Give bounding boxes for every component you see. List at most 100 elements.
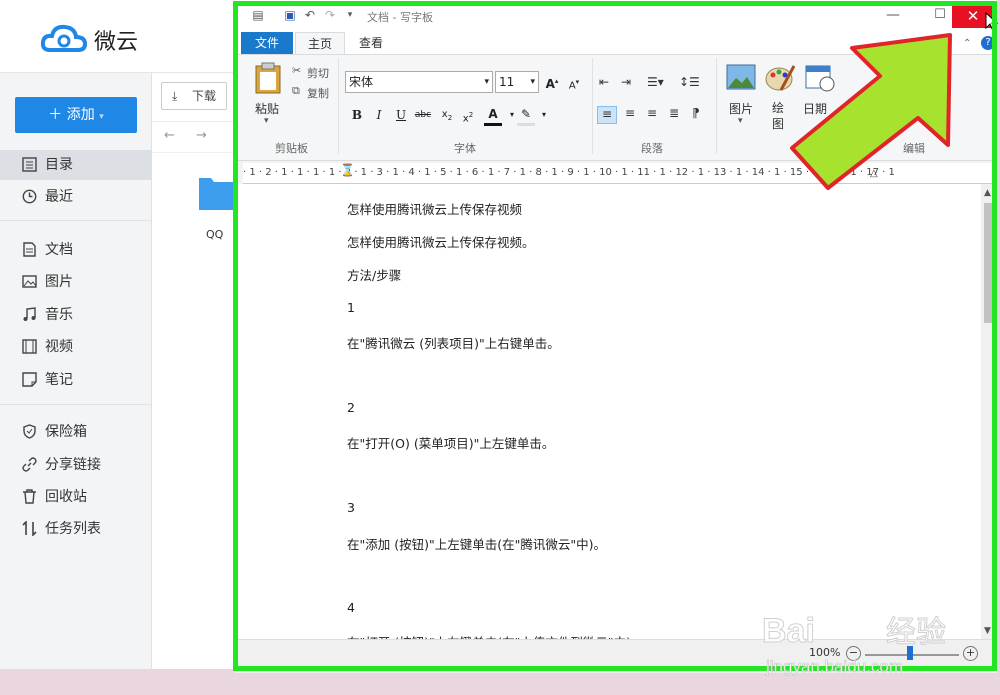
task-icon: [22, 521, 37, 536]
redo-icon[interactable]: ↷: [323, 8, 337, 22]
image-icon: [22, 275, 37, 288]
video-icon: [22, 339, 37, 354]
tab-home[interactable]: 主页: [295, 32, 345, 55]
bold-icon[interactable]: B: [348, 106, 366, 124]
sidebar-item-documents[interactable]: 文档: [0, 235, 151, 265]
sidebar-item-label: 保险箱: [45, 424, 87, 440]
desktop-strip: [0, 669, 236, 695]
sidebar-item-video[interactable]: 视频: [0, 332, 151, 362]
quick-access-dropdown-icon[interactable]: ▾: [343, 8, 357, 22]
font-color-icon[interactable]: A: [484, 105, 502, 126]
tab-file[interactable]: 文件: [241, 32, 293, 54]
doc-line: 1: [347, 300, 355, 315]
mouse-cursor-icon: [985, 12, 999, 32]
sidebar-item-share-links[interactable]: 分享链接: [0, 450, 151, 480]
underline-icon[interactable]: U: [392, 106, 410, 124]
align-center-icon[interactable]: ≡: [621, 106, 639, 122]
picture-dropdown-icon[interactable]: ▾: [738, 116, 743, 126]
doc-line: 怎样使用腾讯微云上传保存视频。: [347, 235, 535, 250]
copy-button[interactable]: 复制: [307, 85, 329, 101]
paste-dropdown-icon[interactable]: ▾: [264, 116, 269, 126]
chevron-down-icon: ▾: [484, 77, 489, 87]
align-right-icon[interactable]: ≡: [643, 106, 661, 122]
font-family-select[interactable]: 宋体 ▾: [345, 71, 493, 93]
highlight-dropdown-icon[interactable]: ▾: [535, 106, 553, 124]
save-icon[interactable]: ▣: [283, 8, 297, 22]
font-size-select[interactable]: 11 ▾: [495, 71, 539, 93]
folder-icon[interactable]: [199, 174, 233, 210]
sidebar-item-safe[interactable]: 保险箱: [0, 417, 151, 447]
doc-line: 4: [347, 600, 355, 615]
paragraph-settings-icon[interactable]: ⁋: [687, 106, 705, 122]
subscript-icon[interactable]: x2: [438, 106, 456, 124]
bullet-list-icon[interactable]: ☰▾: [647, 75, 665, 91]
svg-text:Bai: Bai: [762, 612, 815, 650]
sidebar-item-music[interactable]: 音乐: [0, 300, 151, 330]
increase-indent-icon[interactable]: ⇥: [621, 75, 639, 91]
doc-line: 方法/步骤: [347, 268, 402, 283]
sidebar-item-recycle-bin[interactable]: 回收站: [0, 482, 151, 512]
sidebar-item-recent[interactable]: 最近: [0, 182, 151, 212]
list-icon: [22, 157, 37, 172]
grow-font-icon[interactable]: A▴: [543, 72, 561, 91]
scissors-icon: ✂: [292, 64, 302, 77]
decrease-indent-icon[interactable]: ⇤: [599, 75, 617, 91]
doc-line: 在"腾讯微云 (列表项目)"上右键单击。: [347, 336, 560, 351]
music-icon: [23, 307, 36, 321]
strikethrough-icon[interactable]: abc: [414, 106, 432, 124]
cut-button[interactable]: 剪切: [307, 65, 329, 81]
group-divider: [592, 58, 593, 154]
group-divider: [338, 58, 339, 154]
annotation-arrow-icon: [790, 33, 952, 190]
paste-label[interactable]: 粘贴: [255, 100, 279, 117]
add-button[interactable]: ＋ 添加 ▾: [15, 97, 137, 133]
italic-icon[interactable]: I: [370, 106, 388, 124]
sidebar-item-task-list[interactable]: 任务列表: [0, 514, 151, 544]
note-icon: [22, 372, 37, 387]
picture-label[interactable]: 图片: [729, 100, 753, 117]
baidu-watermark-logo: Bai 经验 jingyan.baidu.com: [762, 585, 947, 676]
superscript-icon[interactable]: x2: [459, 106, 477, 124]
paste-icon[interactable]: [255, 62, 281, 94]
scroll-up-icon[interactable]: ▲: [984, 188, 991, 198]
download-label: 下载: [192, 89, 217, 103]
paragraph-group-label: 段落: [641, 142, 663, 155]
doc-line: 3: [347, 500, 355, 515]
shrink-font-icon[interactable]: A▾: [565, 73, 583, 91]
scroll-down-icon[interactable]: ▼: [984, 626, 991, 636]
tab-view[interactable]: 查看: [347, 32, 395, 54]
copy-icon: ⧉: [292, 84, 300, 97]
svg-text:jingyan.baidu.com: jingyan.baidu.com: [765, 657, 903, 676]
justify-icon[interactable]: ≣: [665, 106, 683, 122]
scroll-thumb[interactable]: [984, 203, 995, 323]
trash-icon: [23, 489, 36, 504]
font-size-value: 11: [499, 75, 515, 89]
folder-label: QQ: [206, 228, 224, 241]
doc-line: 在"打开(O) (菜单项目)"上左键单击。: [347, 436, 555, 451]
chevron-down-icon: ▾: [530, 77, 535, 87]
undo-icon[interactable]: ↶: [303, 8, 317, 22]
download-button[interactable]: ⤓ 下载: [161, 82, 227, 110]
sidebar-item-label: 音乐: [45, 307, 73, 323]
sidebar-item-label: 目录: [45, 157, 73, 173]
line-spacing-icon[interactable]: ↕☰: [679, 75, 700, 91]
sidebar-item-images[interactable]: 图片: [0, 267, 151, 297]
back-arrow-icon[interactable]: ←: [164, 128, 175, 143]
align-left-icon[interactable]: ≡: [597, 106, 617, 124]
wordpad-app-icon: ▤: [252, 8, 264, 22]
add-button-label: ＋ 添加: [48, 107, 95, 123]
help-icon[interactable]: ?: [981, 36, 995, 50]
sidebar-divider: [0, 404, 151, 405]
cloud-logo-icon: [40, 24, 88, 52]
sidebar-divider: [0, 220, 151, 221]
group-divider: [716, 58, 717, 154]
highlight-icon[interactable]: ✎: [517, 105, 535, 126]
ruler-indent-marker-icon[interactable]: ⌛: [340, 163, 355, 177]
window-title: 文档 - 写字板: [367, 11, 433, 24]
sidebar-item-notes[interactable]: 笔记: [0, 365, 151, 395]
forward-arrow-icon[interactable]: →: [196, 128, 207, 143]
sidebar-item-label: 最近: [45, 189, 73, 205]
sidebar-item-directory[interactable]: 目录: [0, 150, 151, 180]
picture-icon[interactable]: [726, 64, 756, 90]
document-icon: [23, 242, 36, 257]
